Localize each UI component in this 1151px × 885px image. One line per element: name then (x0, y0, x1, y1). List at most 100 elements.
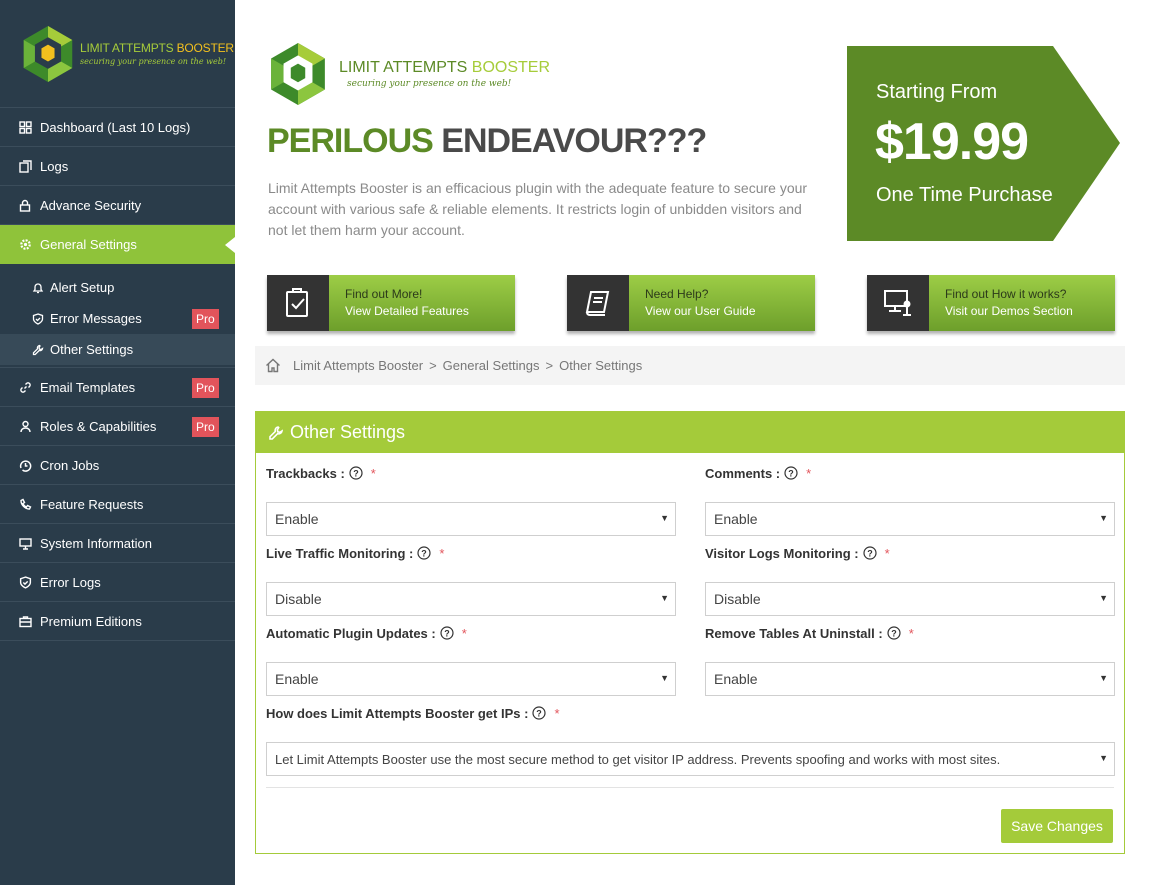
svg-text:?: ? (353, 469, 359, 479)
help-icon[interactable]: ? (532, 706, 547, 720)
sidebar-item-label: Feature Requests (40, 496, 144, 512)
sidebar-logo[interactable]: LIMIT ATTEMPTS BOOSTER securing your pre… (0, 0, 235, 107)
sidebar-item-label: System Information (40, 535, 152, 551)
presentation-icon (867, 275, 929, 331)
ip-method-select[interactable]: Let Limit Attempts Booster use the most … (266, 742, 1115, 776)
price-suffix: One Time Purchase (876, 184, 1053, 206)
help-icon[interactable]: ? (440, 626, 454, 640)
select-value: Let Limit Attempts Booster use the most … (275, 751, 1001, 767)
sidebar-item-logs[interactable]: Logs (0, 147, 235, 186)
sidebar-subitem-error-messages[interactable]: Error Messages Pro (0, 303, 235, 334)
breadcrumb-separator: > (545, 358, 554, 373)
gear-icon (18, 237, 32, 251)
help-icon[interactable]: ? (887, 626, 901, 640)
live-traffic-select[interactable]: Disable ▼ (266, 582, 676, 616)
help-icon[interactable]: ? (784, 466, 798, 480)
field-label: Visitor Logs Monitoring : (705, 545, 859, 561)
field-comments: Comments :? * Enable ▼ (705, 464, 1115, 544)
clock-icon (18, 458, 32, 472)
price-value: $19.99 (875, 113, 1029, 171)
sidebar-item-error-logs[interactable]: Error Logs (0, 563, 235, 602)
pro-badge: Pro (192, 417, 219, 437)
logs-icon (18, 159, 32, 173)
auto-updates-select[interactable]: Enable ▼ (266, 662, 676, 696)
cta-line1: Find out How it works? (945, 287, 1067, 301)
svg-text:?: ? (891, 629, 897, 639)
svg-text:?: ? (788, 469, 794, 479)
field-label: Live Traffic Monitoring : (266, 545, 414, 561)
cta-user-guide[interactable]: Need Help? View our User Guide (567, 275, 815, 331)
sidebar-item-label: Cron Jobs (40, 457, 100, 473)
visitor-logs-select[interactable]: Disable ▼ (705, 582, 1115, 616)
dropdown-arrow-icon: ▼ (1099, 673, 1108, 683)
sidebar-logo-title: LIMIT ATTEMPTS BOOSTER (80, 41, 234, 55)
remove-tables-select[interactable]: Enable ▼ (705, 662, 1115, 696)
sidebar-item-label: Error Logs (40, 574, 101, 590)
banner-logo-tagline: securing your presence on the web! (347, 79, 512, 89)
cta-line2: View Detailed Features (345, 304, 469, 318)
breadcrumb-item[interactable]: Limit Attempts Booster (293, 358, 423, 373)
cta-demos-section[interactable]: Find out How it works? Visit our Demos Se… (867, 275, 1115, 331)
dropdown-arrow-icon: ▼ (660, 513, 669, 523)
save-changes-button[interactable]: Save Changes (1001, 809, 1113, 843)
sidebar-item-feature-requests[interactable]: Feature Requests (0, 485, 235, 524)
breadcrumb-item[interactable]: General Settings (443, 358, 540, 373)
field-label: Automatic Plugin Updates : (266, 625, 436, 641)
cta-detailed-features[interactable]: Find out More! View Detailed Features (267, 275, 515, 331)
sidebar-item-advance-security[interactable]: Advance Security (0, 186, 235, 225)
sidebar-submenu: Alert Setup Error Messages Pro Other Set… (0, 264, 235, 368)
monitor-icon (18, 536, 32, 550)
field-label: Remove Tables At Uninstall : (705, 625, 883, 641)
sidebar: LIMIT ATTEMPTS BOOSTER securing your pre… (0, 0, 235, 885)
field-live-traffic: Live Traffic Monitoring :? * Disable ▼ (266, 544, 676, 624)
banner-logo-title: LIMIT ATTEMPTS BOOSTER (339, 59, 550, 76)
banner-headline: PERILOUS ENDEAVOUR??? (267, 122, 707, 160)
required-mark: * (806, 465, 812, 481)
trackbacks-select[interactable]: Enable ▼ (266, 502, 676, 536)
users-icon (18, 419, 32, 433)
required-mark: * (908, 625, 914, 641)
sidebar-item-system-information[interactable]: System Information (0, 524, 235, 563)
sidebar-item-label: General Settings (40, 236, 137, 252)
book-icon (567, 275, 629, 331)
logo-hex-icon (271, 43, 325, 105)
sidebar-item-general-settings[interactable]: General Settings (0, 225, 235, 264)
dropdown-arrow-icon: ▼ (1099, 753, 1108, 763)
cta-line1: Need Help? (645, 287, 709, 301)
sidebar-subitem-label: Error Messages (50, 311, 142, 326)
dropdown-arrow-icon: ▼ (1099, 593, 1108, 603)
shield-icon (18, 575, 32, 589)
svg-text:?: ? (537, 709, 543, 719)
sidebar-subitem-other-settings[interactable]: Other Settings (0, 334, 235, 365)
main-content: LIMIT ATTEMPTS BOOSTER securing your pre… (235, 0, 1151, 885)
required-mark: * (439, 545, 445, 561)
sidebar-item-premium-editions[interactable]: Premium Editions (0, 602, 235, 641)
pro-badge: Pro (192, 378, 219, 398)
sidebar-item-roles-capabilities[interactable]: Roles & Capabilities Pro (0, 407, 235, 446)
comments-select[interactable]: Enable ▼ (705, 502, 1115, 536)
sidebar-item-cron-jobs[interactable]: Cron Jobs (0, 446, 235, 485)
bell-icon (32, 282, 44, 294)
required-mark: * (884, 545, 890, 561)
breadcrumb-separator: > (429, 358, 437, 373)
help-icon[interactable]: ? (417, 546, 431, 560)
sidebar-subitem-label: Other Settings (50, 342, 134, 357)
price-badge[interactable]: Starting From $19.99 One Time Purchase (847, 46, 1120, 241)
help-icon[interactable]: ? (862, 546, 877, 560)
sidebar-subitem-alert-setup[interactable]: Alert Setup (0, 272, 235, 303)
sidebar-item-email-templates[interactable]: Email Templates Pro (0, 368, 235, 407)
select-value: Enable (714, 671, 758, 687)
breadcrumb-item-current: Other Settings (559, 358, 643, 373)
briefcase-icon (18, 614, 32, 628)
required-mark: * (370, 465, 376, 481)
sidebar-item-dashboard[interactable]: Dashboard (Last 10 Logs) (0, 108, 235, 147)
home-icon[interactable] (265, 358, 281, 373)
other-settings-panel: Other Settings Trackbacks :? * Enable ▼ Co… (255, 411, 1125, 854)
help-icon[interactable]: ? (349, 466, 363, 480)
dropdown-arrow-icon: ▼ (660, 673, 669, 683)
wrench-icon (268, 425, 284, 441)
cta-line2: Visit our Demos Section (945, 304, 1073, 318)
sidebar-item-label: Premium Editions (40, 613, 142, 629)
svg-text:?: ? (867, 549, 873, 559)
field-label: Comments : (705, 465, 781, 481)
